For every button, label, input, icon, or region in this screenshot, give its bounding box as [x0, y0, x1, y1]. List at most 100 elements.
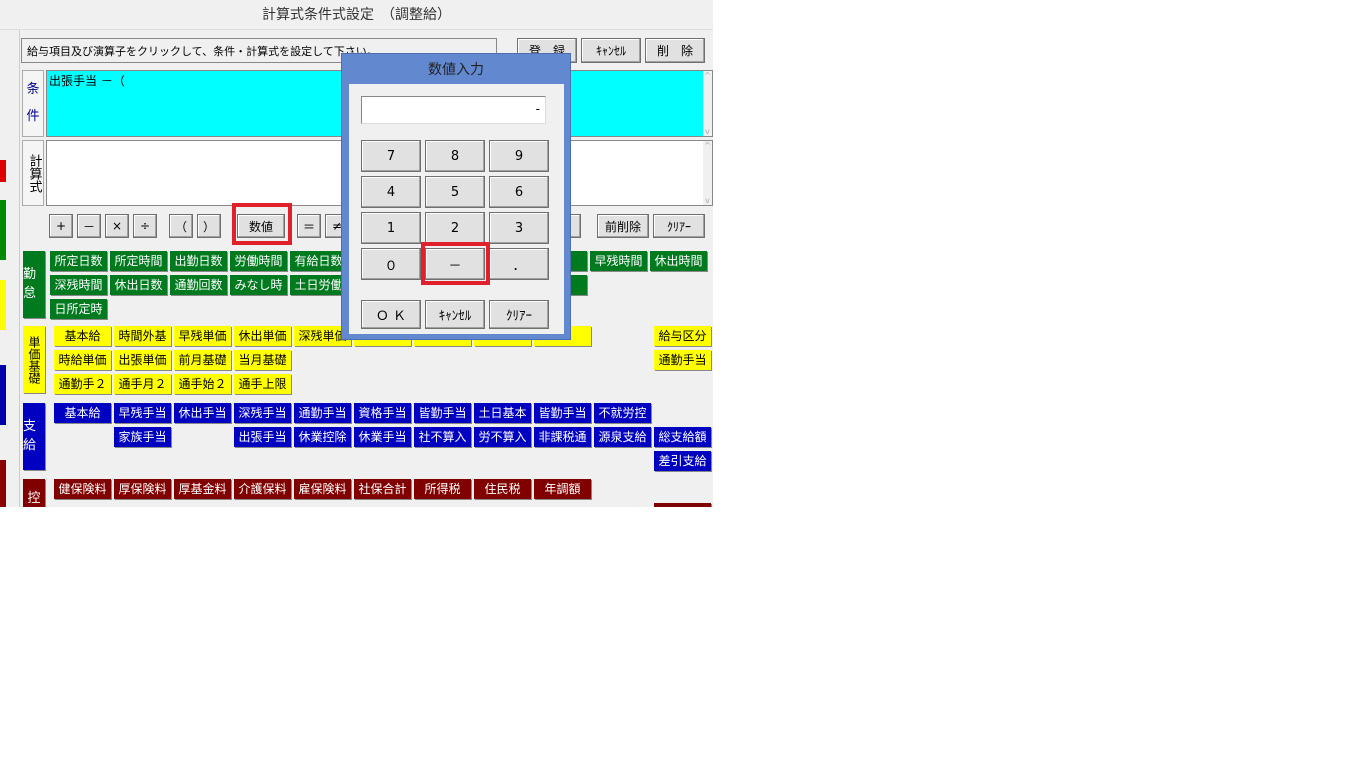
- item-button[interactable]: 深残時間: [50, 275, 107, 295]
- background-window-strip: [0, 200, 6, 260]
- item-button[interactable]: 給与区分: [654, 326, 711, 346]
- item-button[interactable]: 土日労働: [290, 275, 347, 295]
- background-window-strip: [0, 460, 6, 507]
- item-button[interactable]: [654, 503, 711, 507]
- item-button[interactable]: 差引支給: [654, 451, 711, 471]
- dialog-body: - 7 8 9 4 5 6 1 2 3 ０ －． Ｏ Ｋ ｷｬﾝｾﾙ ｸﾘｱｰ: [349, 84, 564, 334]
- highlight-box: [421, 242, 490, 285]
- item-button[interactable]: 健保険料: [54, 479, 111, 499]
- item-button[interactable]: 早残時間: [590, 251, 647, 271]
- item-button[interactable]: 非課税通: [534, 427, 591, 447]
- key-button[interactable]: 3: [489, 212, 549, 244]
- item-button[interactable]: 休出手当: [174, 403, 231, 423]
- item-button[interactable]: 源泉支給: [594, 427, 651, 447]
- item-button[interactable]: 出勤日数: [170, 251, 227, 271]
- window-title: 計算式条件式設定 （調整給）: [0, 0, 713, 30]
- background-window-strip: [0, 365, 6, 425]
- item-button[interactable]: 時給単価: [54, 350, 111, 370]
- item-button[interactable]: 所定日数: [50, 251, 107, 271]
- condition-label-char: 件: [26, 108, 40, 124]
- item-button[interactable]: 当月基礎: [234, 350, 291, 370]
- key-button[interactable]: 2: [425, 212, 485, 244]
- item-button[interactable]: 休出単価: [234, 326, 291, 346]
- item-button[interactable]: 不就労控: [594, 403, 651, 423]
- item-button[interactable]: 社不算入: [414, 427, 471, 447]
- category-label: 控: [23, 479, 45, 507]
- item-button[interactable]: 通手月２: [114, 374, 171, 394]
- item-button[interactable]: 早残手当: [114, 403, 171, 423]
- equal-button[interactable]: ＝: [297, 214, 321, 238]
- plus-button[interactable]: +: [49, 214, 73, 238]
- item-button[interactable]: 前月基礎: [174, 350, 231, 370]
- item-button[interactable]: 日所定時: [50, 299, 107, 319]
- key-button[interactable]: 1: [361, 212, 421, 244]
- item-button[interactable]: 年調額: [534, 479, 591, 499]
- item-button[interactable]: 出張単価: [114, 350, 171, 370]
- dialog-cancel-button[interactable]: ｷｬﾝｾﾙ: [425, 300, 485, 329]
- item-button[interactable]: 社保合計: [354, 479, 411, 499]
- key-button[interactable]: 7: [361, 140, 421, 172]
- item-button[interactable]: 厚保険料: [114, 479, 171, 499]
- scrollbar[interactable]: ^ v: [703, 71, 712, 136]
- item-button[interactable]: 皆勤手当: [414, 403, 471, 423]
- item-button[interactable]: 所得税: [414, 479, 471, 499]
- item-button[interactable]: 基本給: [54, 326, 111, 346]
- highlight-box: [232, 203, 292, 245]
- divide-button[interactable]: ÷: [133, 214, 157, 238]
- key-button[interactable]: 5: [425, 176, 485, 208]
- item-button[interactable]: 介護保料: [234, 479, 291, 499]
- item-button[interactable]: 雇保険料: [294, 479, 351, 499]
- scrollbar[interactable]: ^ v: [703, 141, 712, 205]
- item-button[interactable]: 住民税: [474, 479, 531, 499]
- dialog-clear-button[interactable]: ｸﾘｱｰ: [489, 300, 549, 329]
- key-button[interactable]: 6: [489, 176, 549, 208]
- clear-button[interactable]: ｸﾘｱｰ: [653, 214, 705, 238]
- item-button[interactable]: 出張手当: [234, 427, 291, 447]
- minus-button[interactable]: －: [77, 214, 101, 238]
- number-input-dialog: 数値入力 - 7 8 9 4 5 6 1 2 3 ０ －． Ｏ Ｋ ｷｬﾝｾﾙ ｸﾘｱｰ: [341, 53, 571, 340]
- item-button[interactable]: 基本給: [54, 403, 111, 423]
- item-button[interactable]: 通勤手２: [54, 374, 111, 394]
- key-button[interactable]: ０: [361, 248, 421, 280]
- item-button[interactable]: 土日基本: [474, 403, 531, 423]
- item-button[interactable]: 早残単価: [174, 326, 231, 346]
- item-button[interactable]: 資格手当: [354, 403, 411, 423]
- item-button[interactable]: 厚基金料: [174, 479, 231, 499]
- key-button[interactable]: ．: [489, 248, 549, 280]
- key-button[interactable]: 8: [425, 140, 485, 172]
- item-button[interactable]: 家族手当: [114, 427, 171, 447]
- cancel-button[interactable]: ｷｬﾝｾﾙ: [581, 38, 641, 63]
- item-button[interactable]: 深残手当: [234, 403, 291, 423]
- key-button[interactable]: 4: [361, 176, 421, 208]
- formula-label: 計算式: [22, 140, 44, 206]
- key-button[interactable]: 9: [489, 140, 549, 172]
- item-button[interactable]: 通手始２: [174, 374, 231, 394]
- item-button[interactable]: 所定時間: [110, 251, 167, 271]
- item-button[interactable]: 総支給額: [654, 427, 711, 447]
- item-button[interactable]: 休出日数: [110, 275, 167, 295]
- item-button[interactable]: 有給日数: [290, 251, 347, 271]
- category-label: 支給: [23, 403, 45, 470]
- right-paren-button[interactable]: ）: [197, 214, 221, 238]
- item-button[interactable]: 労働時間: [230, 251, 287, 271]
- item-button[interactable]: 皆勤手当: [534, 403, 591, 423]
- backspace-button[interactable]: 前削除: [597, 214, 649, 238]
- item-button[interactable]: 休業控除: [294, 427, 351, 447]
- item-button[interactable]: 休業手当: [354, 427, 411, 447]
- background-window-strip: [0, 160, 6, 182]
- item-button[interactable]: 通勤手当: [294, 403, 351, 423]
- delete-button[interactable]: 削 除: [645, 38, 705, 63]
- ok-button[interactable]: Ｏ Ｋ: [361, 300, 421, 329]
- number-display[interactable]: -: [361, 96, 546, 124]
- item-button[interactable]: みなし時: [230, 275, 287, 295]
- item-button[interactable]: 通手上限: [234, 374, 291, 394]
- left-paren-button[interactable]: （: [169, 214, 193, 238]
- category-label: 勤怠: [23, 251, 45, 318]
- item-button[interactable]: 休出時間: [650, 251, 707, 271]
- item-button[interactable]: 通勤回数: [170, 275, 227, 295]
- item-button[interactable]: 労不算入: [474, 427, 531, 447]
- item-button[interactable]: 時間外基: [114, 326, 171, 346]
- times-button[interactable]: ×: [105, 214, 129, 238]
- item-button[interactable]: 通勤手当: [654, 350, 711, 370]
- condition-label: 条 件: [22, 70, 44, 137]
